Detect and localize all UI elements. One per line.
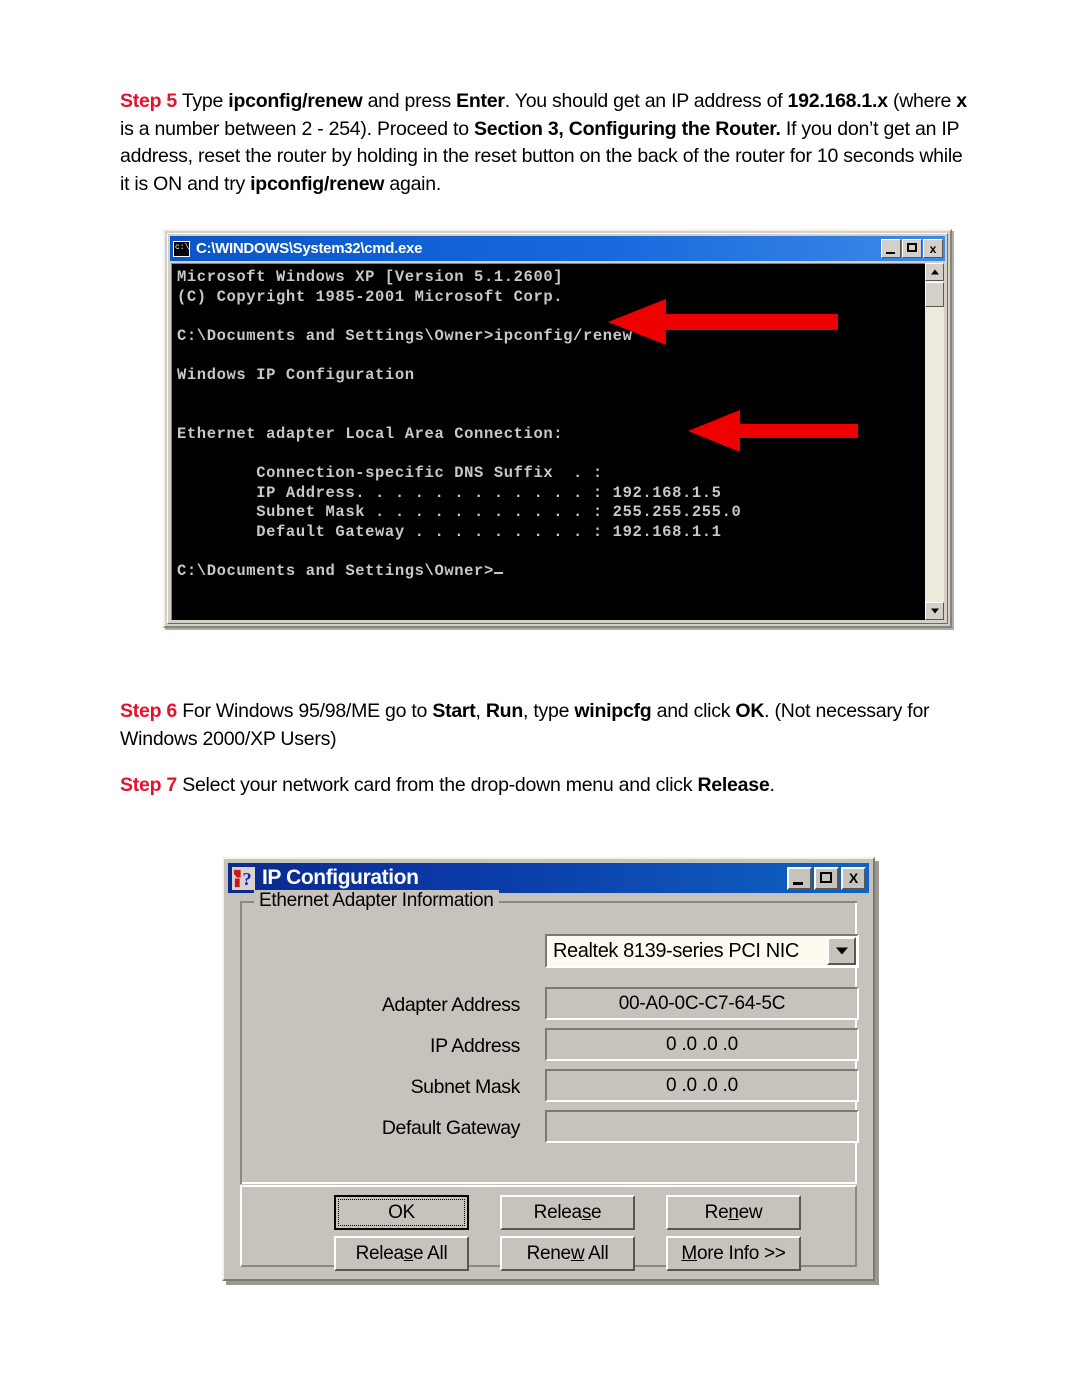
ip-address-value: 0 .0 .0 .0: [666, 1033, 738, 1055]
release-all-button-label: Release All: [355, 1242, 448, 1264]
adapter-address-label: Adapter Address: [381, 994, 521, 1016]
subnet-mask-row: Subnet Mask 0 .0 .0 .0: [242, 1069, 859, 1107]
scroll-up-arrow-icon[interactable]: [925, 263, 944, 281]
scroll-down-arrow-icon[interactable]: [925, 602, 944, 620]
command-prompt-window[interactable]: C:\WINDOWS\System32\cmd.exe x Microsoft …: [163, 229, 952, 628]
console-cursor: [493, 571, 503, 574]
renew-all-button-label: Renew All: [526, 1242, 609, 1264]
dialog-control-buttons: X: [787, 866, 866, 890]
ip-configuration-dialog[interactable]: ? IP Configuration X Ethernet Adapter In…: [222, 857, 875, 1281]
ip-address-label: IP Address: [430, 1035, 520, 1057]
dialog-maximize-button[interactable]: [814, 866, 839, 890]
subnet-mask-label: Subnet Mask: [410, 1076, 521, 1098]
group-legend: Ethernet Adapter Information: [254, 890, 499, 912]
default-gateway-label: Default Gateway: [381, 1117, 521, 1139]
ok-button[interactable]: OK: [334, 1195, 469, 1230]
ethernet-adapter-information-group: Ethernet Adapter Information Realtek 813…: [240, 890, 859, 1184]
adapter-address-field: 00-A0-0C-C7-64-5C: [545, 987, 859, 1020]
dialog-minimize-button[interactable]: [787, 866, 812, 890]
svg-text:?: ?: [243, 869, 252, 889]
more-info-button-label: More Info >>: [681, 1242, 786, 1264]
scrollbar-thumb[interactable]: [925, 282, 944, 307]
adapter-address-row: Adapter Address 00-A0-0C-C7-64-5C: [242, 987, 859, 1025]
step-6-paragraph: Step 6 For Windows 95/98/ME go to Start,…: [120, 698, 968, 753]
console-scrollbar[interactable]: [925, 263, 944, 620]
renew-button-label: Renew: [704, 1201, 763, 1223]
step-7-label: Step 7: [120, 774, 178, 796]
console-screen[interactable]: Microsoft Windows XP [Version 5.1.2600] …: [171, 263, 944, 620]
step-5-paragraph: Step 5 Type ipconfig/renew and press Ent…: [120, 88, 968, 198]
maximize-button[interactable]: [902, 239, 922, 258]
dialog-close-button[interactable]: X: [841, 866, 866, 890]
command-prompt-titlebar[interactable]: C:\WINDOWS\System32\cmd.exe x: [170, 236, 945, 261]
renew-button[interactable]: Renew: [666, 1195, 801, 1230]
adapter-select-value: Realtek 8139-series PCI NIC: [553, 939, 799, 962]
ip-address-field: 0 .0 .0 .0: [545, 1028, 859, 1061]
console-icon: [173, 240, 190, 257]
default-gateway-row: Default Gateway: [242, 1110, 859, 1148]
minimize-button[interactable]: [881, 239, 901, 258]
ip-configuration-titlebar[interactable]: ? IP Configuration X: [228, 863, 869, 893]
adapter-select-dropdown[interactable]: Realtek 8139-series PCI NIC: [545, 934, 859, 968]
ip-configuration-title: IP Configuration: [262, 866, 419, 889]
subnet-mask-value: 0 .0 .0 .0: [666, 1074, 738, 1096]
close-button[interactable]: x: [923, 239, 943, 258]
ip-address-row: IP Address 0 .0 .0 .0: [242, 1028, 859, 1066]
renew-all-button[interactable]: Renew All: [500, 1236, 635, 1271]
adapter-address-value: 00-A0-0C-C7-64-5C: [618, 992, 786, 1014]
step-5-label: Step 5: [120, 90, 178, 112]
release-button[interactable]: Release: [500, 1195, 635, 1230]
default-gateway-field: [545, 1110, 859, 1143]
step-6-label: Step 6: [120, 700, 178, 722]
step-7-text: Select your network card from the drop-d…: [177, 774, 775, 796]
dialog-button-panel: OK Release Renew Release All Renew All M…: [240, 1185, 857, 1271]
window-control-buttons: x: [881, 239, 943, 258]
console-output: Microsoft Windows XP [Version 5.1.2600] …: [177, 268, 742, 580]
more-info-button[interactable]: More Info >>: [666, 1236, 801, 1271]
release-button-label: Release: [533, 1201, 602, 1223]
subnet-mask-field: 0 .0 .0 .0: [545, 1069, 859, 1102]
release-all-button[interactable]: Release All: [334, 1236, 469, 1271]
question-mark-icon: ?: [232, 866, 255, 890]
command-prompt-title: C:\WINDOWS\System32\cmd.exe: [196, 240, 423, 257]
step-7-paragraph: Step 7 Select your network card from the…: [120, 772, 968, 800]
step-6-text: For Windows 95/98/ME go to Start, Run, t…: [120, 700, 930, 750]
focus-ring: [338, 1199, 465, 1226]
chevron-down-icon[interactable]: [827, 937, 856, 965]
step-5-text: Type ipconfig/renew and press Enter. You…: [120, 90, 967, 195]
